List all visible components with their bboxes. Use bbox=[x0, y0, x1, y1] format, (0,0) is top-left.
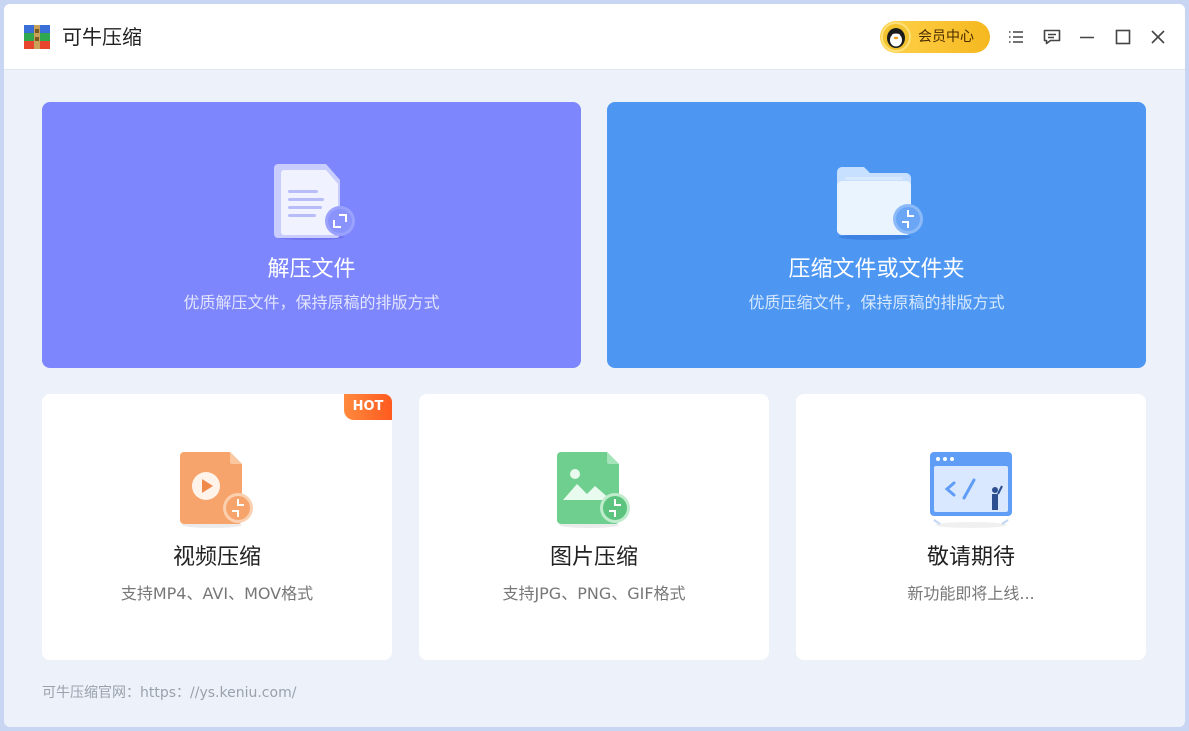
coming-soon-subtitle: 新功能即将上线... bbox=[907, 584, 1035, 603]
video-compress-subtitle: 支持MP4、AVI、MOV格式 bbox=[120, 584, 314, 603]
maximize-icon[interactable] bbox=[1112, 26, 1134, 48]
compress-folder-icon bbox=[836, 167, 923, 240]
extract-files-subtitle: 优质解压文件，保持原稿的排版方式 bbox=[183, 293, 440, 312]
feedback-icon[interactable] bbox=[1041, 26, 1063, 48]
official-site-link[interactable]: 可牛压缩官网：https：//ys.keniu.com/ bbox=[42, 684, 296, 702]
compress-files-card[interactable]: 压缩文件或文件夹 优质压缩文件，保持原稿的排版方式 bbox=[607, 102, 1146, 368]
compress-files-title: 压缩文件或文件夹 bbox=[788, 257, 965, 282]
extract-files-card[interactable]: 解压文件 优质解压文件，保持原稿的排版方式 bbox=[42, 102, 581, 368]
title-bar: 可牛压缩 会员中心 bbox=[4, 4, 1185, 70]
vip-center-label: 会员中心 bbox=[918, 29, 974, 45]
coming-soon-card: 敬请期待 新功能即将上线... bbox=[796, 394, 1146, 660]
coming-soon-icon bbox=[930, 452, 1012, 528]
minimize-icon[interactable] bbox=[1076, 26, 1098, 48]
video-compress-icon bbox=[180, 452, 253, 528]
vip-center-button[interactable]: 会员中心 bbox=[880, 21, 990, 53]
extract-files-title: 解压文件 bbox=[267, 257, 356, 282]
app-logo-icon bbox=[24, 25, 50, 49]
close-icon[interactable] bbox=[1147, 26, 1169, 48]
app-window: 可牛压缩 会员中心 解压文件 优质解压文件，保持原稿的排版方式 压缩文件或文件夹… bbox=[4, 4, 1185, 727]
hot-badge: HOT bbox=[344, 394, 392, 420]
compress-files-subtitle: 优质压缩文件，保持原稿的排版方式 bbox=[748, 293, 1005, 312]
video-compress-card[interactable]: HOT 视频压缩 支持MP4、AVI、MOV格式 bbox=[42, 394, 392, 660]
image-compress-card[interactable]: 图片压缩 支持JPG、PNG、GIF格式 bbox=[419, 394, 769, 660]
image-compress-icon bbox=[557, 452, 630, 528]
app-title: 可牛压缩 bbox=[62, 25, 142, 49]
image-compress-subtitle: 支持JPG、PNG、GIF格式 bbox=[502, 584, 686, 603]
menu-icon[interactable] bbox=[1005, 26, 1027, 48]
penguin-avatar-icon bbox=[881, 22, 911, 52]
extract-doc-icon bbox=[273, 164, 355, 240]
image-compress-title: 图片压缩 bbox=[549, 545, 638, 570]
video-compress-title: 视频压缩 bbox=[172, 545, 261, 570]
coming-soon-title: 敬请期待 bbox=[926, 545, 1015, 570]
